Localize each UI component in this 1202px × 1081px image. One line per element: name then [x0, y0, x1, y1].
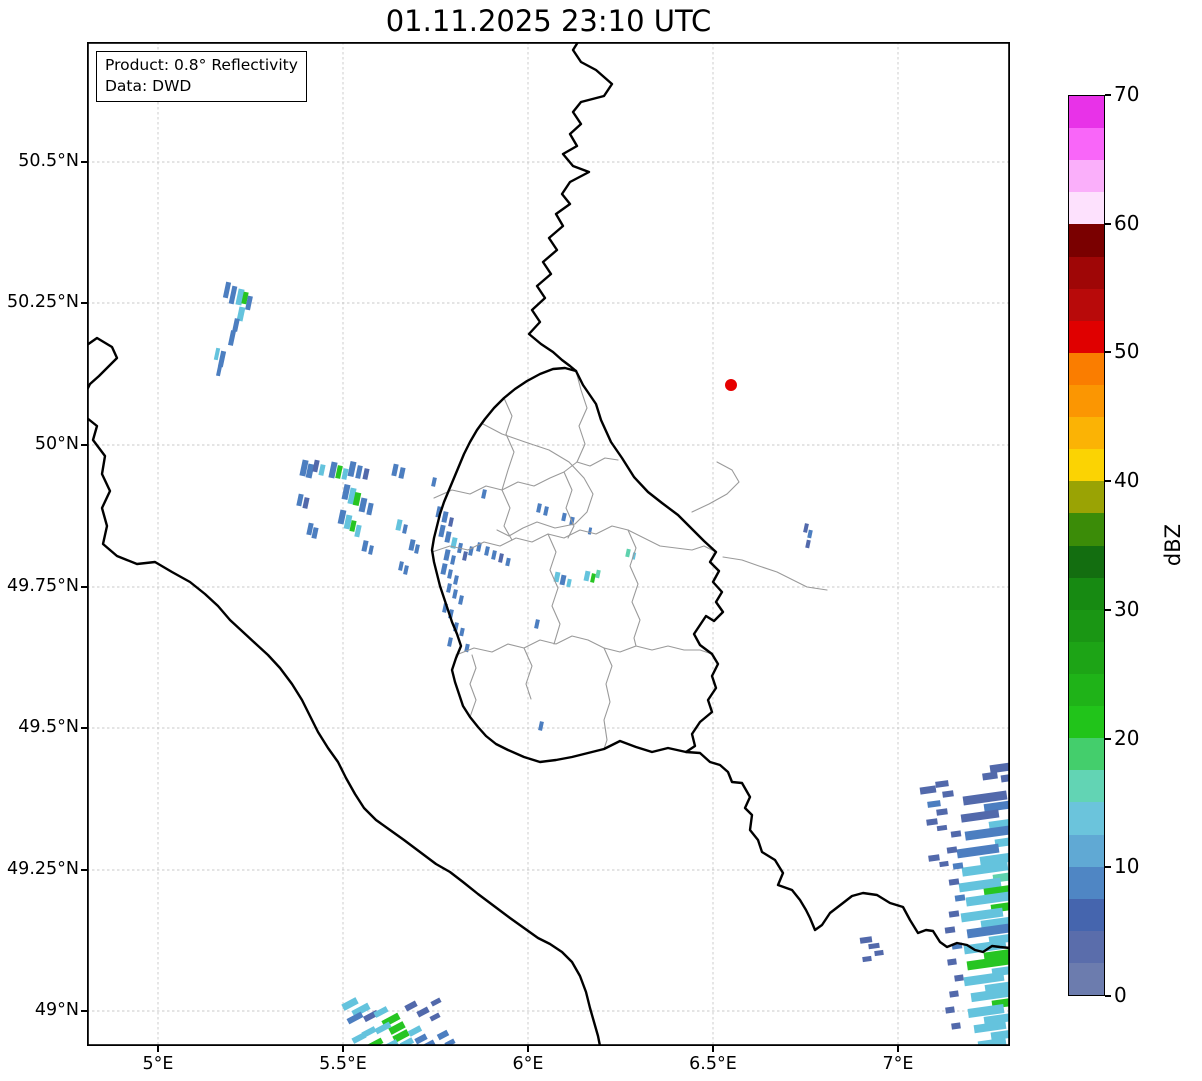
colorbar-segment	[1069, 160, 1104, 193]
y-tick	[81, 302, 87, 304]
x-tick	[897, 1046, 899, 1052]
y-tick	[81, 869, 87, 871]
colorbar-segment	[1069, 96, 1104, 129]
x-tick-label: 5°E	[142, 1054, 174, 1074]
product-info-box: Product: 0.8° Reflectivity Data: DWD	[96, 51, 307, 102]
y-tick-label: 49.75°N	[7, 576, 79, 596]
colorbar-segment	[1069, 513, 1104, 546]
colorbar-tick	[1105, 609, 1111, 611]
colorbar-tick-label: 50	[1114, 339, 1140, 363]
colorbar-tick-label: 0	[1114, 983, 1127, 1007]
x-tick	[712, 1046, 714, 1052]
colorbar-tick	[1105, 94, 1111, 96]
colorbar-segment	[1069, 481, 1104, 514]
y-tick	[81, 586, 87, 588]
colorbar-segment	[1069, 706, 1104, 739]
colorbar-segment	[1069, 770, 1104, 803]
radar-map	[87, 42, 1010, 1046]
colorbar-tick-label: 40	[1114, 468, 1140, 492]
colorbar-tick	[1105, 480, 1111, 482]
colorbar-segment	[1069, 930, 1104, 963]
colorbar-tick-label: 70	[1114, 82, 1140, 106]
colorbar	[1068, 95, 1105, 996]
colorbar-segment	[1069, 545, 1104, 578]
colorbar-unit-label: dBZ	[1161, 523, 1185, 567]
colorbar-segment	[1069, 802, 1104, 835]
colorbar-tick-label: 10	[1114, 854, 1140, 878]
data-source-label: Data: DWD	[105, 76, 192, 95]
colorbar-segment	[1069, 898, 1104, 931]
colorbar-tick-label: 60	[1114, 211, 1140, 235]
x-tick-label: 7°E	[882, 1054, 914, 1074]
y-tick	[81, 161, 87, 163]
colorbar-segment	[1069, 192, 1104, 225]
colorbar-tick	[1105, 351, 1111, 353]
map-plot-area: Product: 0.8° Reflectivity Data: DWD	[87, 42, 1010, 1046]
colorbar-segment	[1069, 288, 1104, 321]
colorbar-segment	[1069, 866, 1104, 899]
y-tick-label: 50.5°N	[18, 151, 79, 171]
y-tick-label: 50°N	[34, 434, 79, 454]
colorbar-segment	[1069, 128, 1104, 161]
x-tick	[157, 1046, 159, 1052]
colorbar-segment	[1069, 320, 1104, 353]
colorbar-tick-label: 20	[1114, 726, 1140, 750]
colorbar-tick	[1105, 223, 1111, 225]
x-tick-label: 6°E	[512, 1054, 544, 1074]
y-tick-label: 50.25°N	[7, 292, 79, 312]
colorbar-tick	[1105, 866, 1111, 868]
colorbar-segment	[1069, 834, 1104, 867]
colorbar-segment	[1069, 641, 1104, 674]
y-tick-label: 49°N	[34, 1000, 79, 1020]
colorbar-tick-label: 30	[1114, 597, 1140, 621]
y-tick-label: 49.25°N	[7, 859, 79, 879]
colorbar-segment	[1069, 738, 1104, 771]
x-tick	[527, 1046, 529, 1052]
colorbar-segment	[1069, 224, 1104, 257]
y-tick	[81, 1010, 87, 1012]
figure: 01.11.2025 23:10 UTC Product: 0.8° Refle…	[0, 0, 1202, 1081]
colorbar-segment	[1069, 449, 1104, 482]
colorbar-segment	[1069, 417, 1104, 450]
product-label: Product: 0.8° Reflectivity	[105, 56, 298, 74]
colorbar-segment	[1069, 352, 1104, 385]
colorbar-tick	[1105, 995, 1111, 997]
x-tick-label: 5.5°E	[319, 1054, 367, 1074]
x-tick	[342, 1046, 344, 1052]
plot-title: 01.11.2025 23:10 UTC	[385, 4, 712, 38]
colorbar-segment	[1069, 577, 1104, 610]
colorbar-tick	[1105, 738, 1111, 740]
y-tick-label: 49.5°N	[18, 717, 79, 737]
colorbar-segment	[1069, 384, 1104, 418]
x-tick-label: 6.5°E	[689, 1054, 737, 1074]
colorbar-segment	[1069, 256, 1104, 289]
colorbar-segment	[1069, 962, 1104, 996]
y-tick	[81, 727, 87, 729]
y-tick	[81, 444, 87, 446]
colorbar-segment	[1069, 609, 1104, 642]
colorbar-segment	[1069, 673, 1104, 707]
